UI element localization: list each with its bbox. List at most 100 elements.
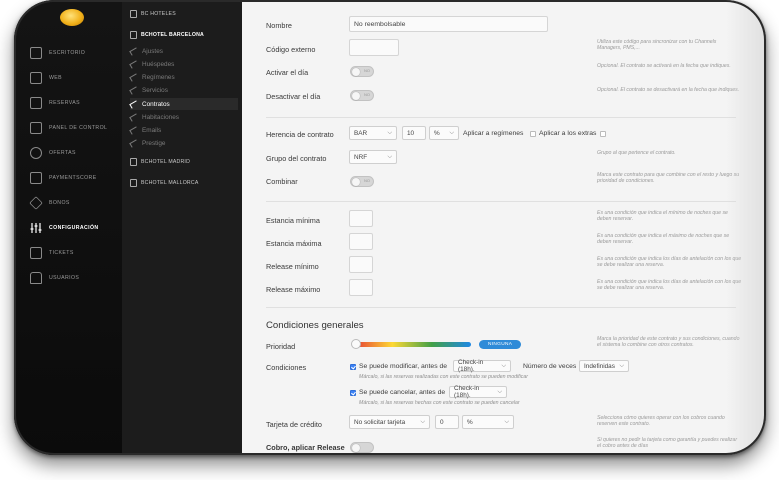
- tag-icon: [29, 196, 43, 210]
- tree-item-regimenes[interactable]: Regímenes: [129, 71, 238, 83]
- combinar-toggle[interactable]: NO: [350, 176, 374, 187]
- tag-icon: [129, 85, 139, 95]
- nav-label: PAYMENTSCORE: [49, 175, 97, 181]
- tree-item-huespedes[interactable]: Huéspedes: [129, 58, 238, 70]
- tree-item-contratos[interactable]: Contratos: [129, 98, 238, 110]
- nav-web[interactable]: WEB: [30, 70, 62, 86]
- tree-item-habitaciones[interactable]: Habitaciones: [129, 111, 238, 123]
- tag-icon: [129, 46, 139, 56]
- nav-escritorio[interactable]: ESCRITORIO: [30, 45, 85, 61]
- desactivar-toggle[interactable]: NO: [350, 90, 374, 101]
- building-icon: [130, 30, 137, 39]
- codigo-externo-input[interactable]: [349, 39, 399, 56]
- tag-icon: [129, 138, 139, 148]
- nav-paymentscore[interactable]: PAYMENTSCORE: [30, 170, 97, 186]
- modificar-select[interactable]: Check-in (18h). ⌵: [453, 359, 511, 373]
- tree-item-label: Regímenes: [142, 73, 175, 81]
- calendar-icon: [30, 122, 42, 134]
- bed-icon: [30, 97, 42, 109]
- herencia-unit-select[interactable]: % ⌵: [429, 126, 459, 140]
- nav-configuracion[interactable]: CONFIGURACIÓN: [30, 220, 99, 236]
- priority-badge: NINGUNA: [479, 340, 522, 349]
- tree-hotel-mallorca[interactable]: BCHOTEL MALLORCA: [130, 177, 199, 188]
- tree-hotel-barcelona[interactable]: BCHOTEL BARCELONA: [130, 29, 204, 40]
- cancelar-label: Se puede cancelar, antes de: [359, 389, 446, 396]
- release-minimo-input[interactable]: [349, 256, 373, 273]
- tarjeta-unit-select[interactable]: % ⌵: [462, 415, 514, 429]
- tarjeta-number-input[interactable]: 0: [435, 415, 459, 429]
- tree-item-label: Ajustes: [142, 47, 163, 55]
- combinar-hint: Marca este contrato para que combine con…: [597, 172, 740, 184]
- aplicar-extras-checkbox[interactable]: [600, 131, 606, 137]
- chevron-down-icon: ⌵: [504, 418, 509, 425]
- codigo-externo-hint: Utiliza este código para sincronizar con…: [597, 39, 717, 51]
- tree-label: BCHOTEL MADRID: [141, 158, 191, 165]
- estancia-minima-hint: Es una condición que indica el mínimo de…: [597, 210, 728, 222]
- cancelar-checkbox[interactable]: [350, 390, 356, 396]
- main-nav-rail: ESCRITORIO WEB RESERVAS PANEL DE CONTROL…: [14, 0, 122, 455]
- toggle-state: NO: [364, 68, 370, 73]
- tree-hotels-header[interactable]: BC HOTELES: [130, 8, 176, 19]
- nombre-input[interactable]: No reembolsable: [349, 16, 548, 32]
- tree-item-ajustes[interactable]: Ajustes: [129, 45, 238, 57]
- release-minimo-hint: Es una condición que indica los días de …: [597, 256, 742, 268]
- priority-slider-handle[interactable]: [351, 339, 361, 349]
- cancelar-note: Márcalo, si las reservas hechas con este…: [359, 400, 520, 406]
- herencia-number-input[interactable]: 10: [402, 126, 426, 140]
- sliders-icon: [30, 222, 42, 234]
- tree-item-label: Contratos: [142, 100, 170, 108]
- select-value: NRF: [354, 153, 368, 161]
- select-value: Check-in (18h).: [454, 385, 480, 399]
- nav-panel-de-control[interactable]: PANEL DE CONTROL: [30, 120, 107, 136]
- brand-logo: [60, 9, 84, 26]
- tarjeta-select[interactable]: No solicitar tarjeta ⌵: [349, 415, 430, 429]
- nav-ofertas[interactable]: OFERTAS: [30, 145, 76, 161]
- tree-label: BC HOTELES: [141, 10, 176, 17]
- estancia-minima-input[interactable]: [349, 210, 373, 227]
- prioridad-label: Prioridad: [266, 342, 296, 351]
- numero-veces-select[interactable]: Indefinidas ⌵: [579, 360, 629, 372]
- nav-label: WEB: [49, 75, 63, 81]
- chevron-down-icon: ⌵: [387, 129, 392, 136]
- tree-item-emails[interactable]: Emails: [129, 124, 238, 136]
- cancelar-select[interactable]: Check-in (18h). ⌵: [449, 385, 507, 399]
- tree-label: BCHOTEL MALLORCA: [141, 179, 199, 186]
- release-maximo-label: Release máximo: [266, 285, 321, 294]
- desactivar-label: Desactivar el día: [266, 92, 321, 101]
- modificar-checkbox[interactable]: [350, 364, 356, 370]
- tree-item-label: Emails: [142, 126, 162, 134]
- select-value: %: [467, 418, 473, 426]
- divider: [266, 307, 736, 308]
- tree-item-prestige[interactable]: Prestige: [129, 137, 238, 149]
- tree-item-servicios[interactable]: Servicios: [129, 84, 238, 96]
- nav-label: TICKETS: [49, 250, 74, 256]
- nav-bonos[interactable]: BONOS: [29, 195, 70, 211]
- nav-tickets[interactable]: TICKETS: [30, 245, 74, 261]
- nav-reservas[interactable]: RESERVAS: [30, 95, 80, 111]
- tag-icon: [129, 112, 139, 122]
- herencia-select[interactable]: BAR ⌵: [349, 126, 397, 140]
- chevron-down-icon: ⌵: [420, 418, 425, 425]
- grupo-select[interactable]: NRF ⌵: [349, 150, 397, 164]
- tree-item-label: Huéspedes: [142, 60, 175, 68]
- aplicar-regimenes-label: Aplicar a regímenes: [463, 130, 524, 137]
- estancia-maxima-input[interactable]: [349, 233, 373, 250]
- estancia-minima-label: Estancia mínima: [266, 216, 320, 225]
- grupo-hint: Grupo al que pertence el contrato.: [597, 150, 676, 156]
- aplicar-regimenes-checkbox[interactable]: [530, 131, 536, 137]
- combinar-label: Combinar: [266, 177, 298, 186]
- tree-item-label: Prestige: [142, 139, 166, 147]
- activar-toggle[interactable]: NO: [350, 66, 374, 77]
- priority-slider-track[interactable]: [353, 342, 471, 347]
- select-value: No solicitar tarjeta: [354, 418, 406, 426]
- grupo-label: Grupo del contrato: [266, 154, 327, 163]
- nav-label: PANEL DE CONTROL: [49, 125, 108, 131]
- release-maximo-input[interactable]: [349, 279, 373, 296]
- modificar-label: Se puede modificar, antes de: [359, 363, 448, 370]
- chevron-down-icon: ⌵: [501, 362, 506, 369]
- cobro-toggle[interactable]: [350, 442, 374, 453]
- activar-label: Activar el día: [266, 68, 309, 77]
- tree-hotel-madrid[interactable]: BCHOTEL MADRID: [130, 156, 190, 167]
- tag-icon: [129, 99, 139, 109]
- nav-usuarios[interactable]: USUARIOS: [30, 270, 79, 286]
